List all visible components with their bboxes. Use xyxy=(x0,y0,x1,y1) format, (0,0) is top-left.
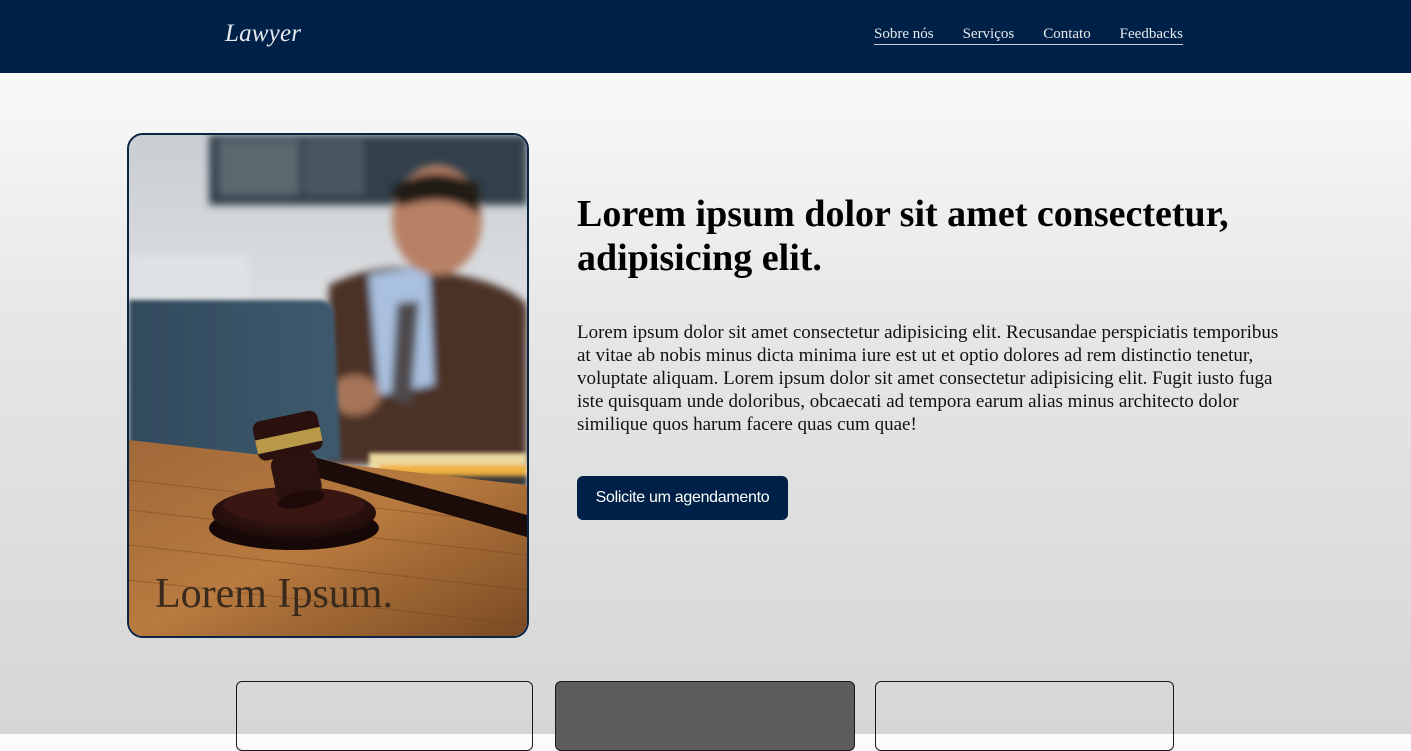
schedule-appointment-button[interactable]: Solicite um agendamento xyxy=(577,476,788,520)
feature-card-2[interactable] xyxy=(555,681,855,751)
hero-image-card: Lorem Ipsum. xyxy=(127,133,529,638)
top-navbar: Lawyer Sobre nós Serviços Contato Feedba… xyxy=(0,0,1411,73)
nav-link-feedbacks[interactable]: Feedbacks xyxy=(1120,26,1183,44)
feature-card-3[interactable] xyxy=(875,681,1174,751)
hero-description: Lorem ipsum dolor sit amet consectetur a… xyxy=(577,322,1279,435)
lawyer-gavel-photo xyxy=(129,135,527,636)
site-logo[interactable]: Lawyer xyxy=(225,20,301,48)
feature-card-1[interactable] xyxy=(236,681,533,751)
image-caption: Lorem Ipsum. xyxy=(155,571,393,617)
hero-title: Lorem ipsum dolor sit amet consectetur, … xyxy=(577,193,1229,279)
main-nav: Sobre nós Serviços Contato Feedbacks xyxy=(874,26,1183,45)
nav-link-contato[interactable]: Contato xyxy=(1043,26,1091,44)
nav-link-servicos[interactable]: Serviços xyxy=(963,26,1015,44)
nav-link-sobre-nos[interactable]: Sobre nós xyxy=(874,26,934,44)
